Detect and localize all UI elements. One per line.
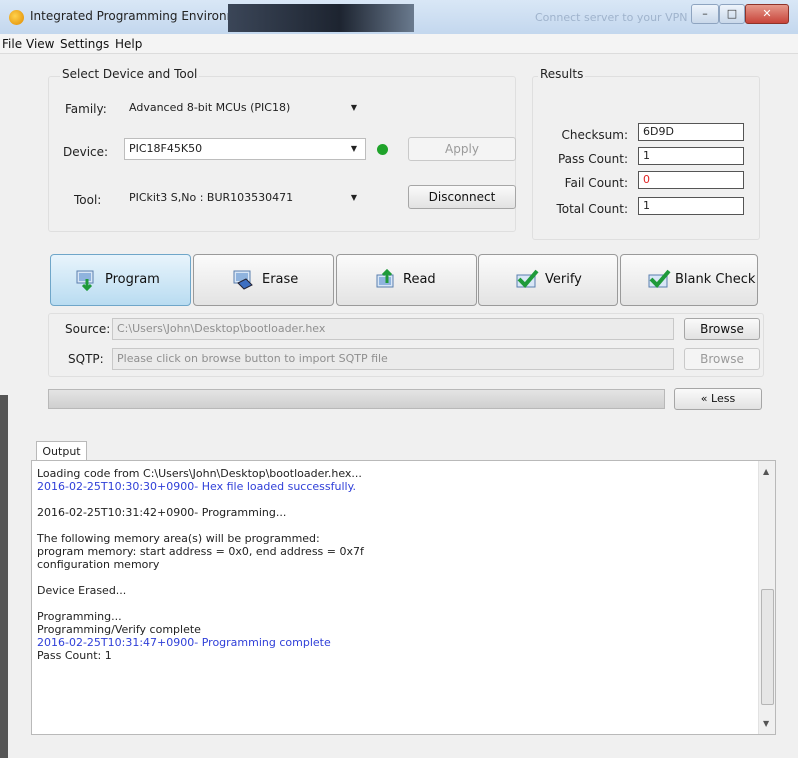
app-window: Integrated Programming Environment v3.25… xyxy=(0,0,798,758)
erase-button[interactable]: Erase xyxy=(193,254,334,306)
log-line: Device Erased... xyxy=(37,584,127,597)
chevron-down-icon: ▼ xyxy=(350,144,357,153)
erase-icon xyxy=(233,270,253,290)
sqtp-label: SQTP: xyxy=(68,352,104,366)
menu-file[interactable]: File xyxy=(2,37,22,51)
tab-output[interactable]: Output xyxy=(36,441,87,461)
source-label: Source: xyxy=(65,322,111,336)
family-label: Family: xyxy=(65,102,107,116)
pass-count-value: 1 xyxy=(638,147,744,165)
tool-value: PICkit3 S,No : BUR103530471 xyxy=(129,191,294,204)
scrollbar-thumb[interactable] xyxy=(761,589,774,705)
erase-label: Erase xyxy=(262,272,299,287)
program-icon xyxy=(76,270,94,291)
read-label: Read xyxy=(403,272,436,287)
log-line: The following memory area(s) will be pro… xyxy=(37,532,320,545)
total-count-label: Total Count: xyxy=(556,202,628,216)
scroll-up-icon[interactable]: ▲ xyxy=(763,467,769,476)
device-value: PIC18F45K50 xyxy=(129,142,203,155)
menu-view[interactable]: View xyxy=(26,37,54,51)
chevron-down-icon: ▼ xyxy=(350,103,357,112)
read-icon xyxy=(376,269,394,288)
apply-button[interactable]: Apply xyxy=(408,137,516,161)
program-label: Program xyxy=(105,272,160,287)
source-browse-button[interactable]: Browse xyxy=(684,318,760,340)
less-button[interactable]: « Less xyxy=(674,388,762,410)
program-button[interactable]: Program xyxy=(50,254,191,306)
device-select[interactable]: PIC18F45K50 ▼ xyxy=(124,138,366,160)
chevron-down-icon: ▼ xyxy=(350,193,357,202)
source-path-field[interactable]: C:\Users\John\Desktop\bootloader.hex xyxy=(112,318,674,340)
tool-label: Tool: xyxy=(74,193,102,207)
log-line: program memory: start address = 0x0, end… xyxy=(37,545,364,558)
log-line: Pass Count: 1 xyxy=(37,649,112,662)
family-value: Advanced 8-bit MCUs (PIC18) xyxy=(129,101,291,114)
verify-label: Verify xyxy=(545,272,582,287)
read-button[interactable]: Read xyxy=(336,254,477,306)
scroll-down-icon[interactable]: ▼ xyxy=(763,719,769,728)
tool-select[interactable]: PICkit3 S,No : BUR103530471 ▼ xyxy=(124,187,366,209)
blank-check-icon xyxy=(648,269,671,288)
sqtp-field[interactable]: Please click on browse button to import … xyxy=(112,348,674,370)
log-line: configuration memory xyxy=(37,558,160,571)
progress-bar xyxy=(48,389,665,409)
minimize-button[interactable]: – xyxy=(691,4,719,24)
title-bar[interactable]: Integrated Programming Environment v3.25… xyxy=(0,0,798,34)
family-select[interactable]: Advanced 8-bit MCUs (PIC18) ▼ xyxy=(124,97,366,119)
verify-icon xyxy=(516,269,539,288)
device-label: Device: xyxy=(63,145,109,159)
blank-check-button[interactable]: Blank Check xyxy=(620,254,758,306)
verify-button[interactable]: Verify xyxy=(478,254,618,306)
maximize-button[interactable]: □ xyxy=(719,4,745,24)
sqtp-browse-button[interactable]: Browse xyxy=(684,348,760,370)
log-line: 2016-02-25T10:31:42+0900- Programming... xyxy=(37,506,287,519)
menu-bar: File View Settings Help xyxy=(0,34,798,54)
window-edge xyxy=(0,395,8,758)
output-scrollbar[interactable]: ▲ ▼ xyxy=(758,461,775,734)
device-group-title: Select Device and Tool xyxy=(60,67,200,81)
total-count-value: 1 xyxy=(638,197,744,215)
close-button[interactable]: ✕ xyxy=(745,4,789,24)
menu-help[interactable]: Help xyxy=(115,37,142,51)
log-line: 2016-02-25T10:31:47+0900- Programming co… xyxy=(37,636,331,649)
disconnect-button[interactable]: Disconnect xyxy=(408,185,516,209)
fail-count-label: Fail Count: xyxy=(564,176,628,190)
faint-title-text: Connect server to your VPN xyxy=(535,11,688,24)
log-line: 2016-02-25T10:30:30+0900- Hex file loade… xyxy=(37,480,357,493)
blank-check-label: Blank Check xyxy=(675,272,756,287)
checksum-label: Checksum: xyxy=(561,128,628,142)
log-line: Loading code from C:\Users\John\Desktop\… xyxy=(37,467,362,480)
connection-status-icon xyxy=(377,144,388,155)
log-line: Programming/Verify complete xyxy=(37,623,201,636)
results-group-title: Results xyxy=(538,67,586,81)
menu-settings[interactable]: Settings xyxy=(60,37,109,51)
fail-count-value: 0 xyxy=(638,171,744,189)
output-panel: Loading code from C:\Users\John\Desktop\… xyxy=(31,460,776,735)
log-line: Programming... xyxy=(37,610,122,623)
pass-count-label: Pass Count: xyxy=(557,152,628,166)
redacted-region xyxy=(228,4,414,32)
app-icon xyxy=(9,10,24,25)
checksum-value: 6D9D xyxy=(638,123,744,141)
output-log: Loading code from C:\Users\John\Desktop\… xyxy=(37,467,752,662)
